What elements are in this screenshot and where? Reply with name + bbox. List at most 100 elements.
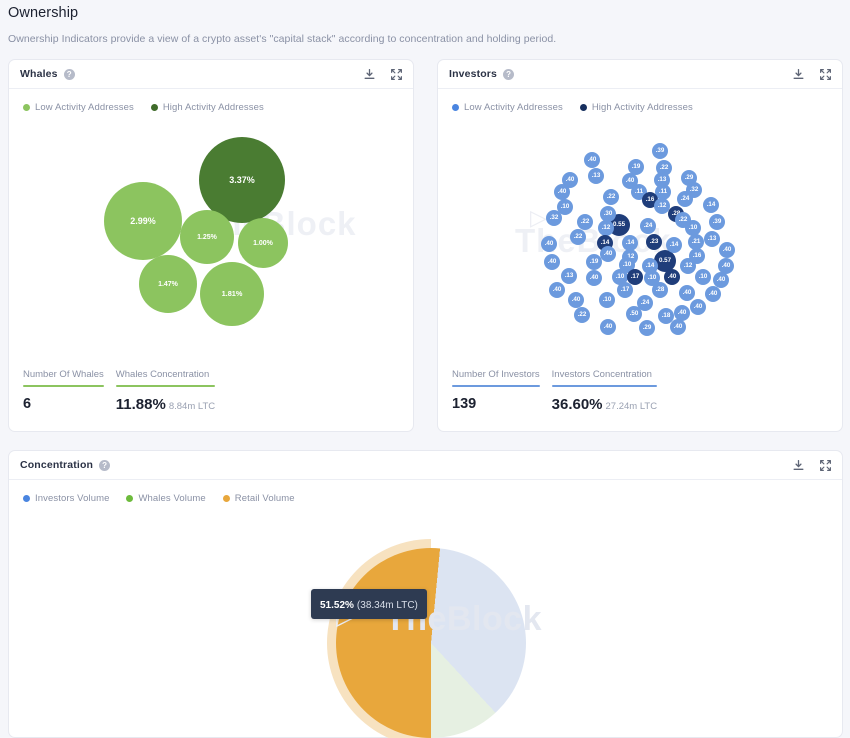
bubble-point[interactable]: .40	[554, 184, 570, 200]
bubble-point[interactable]: .40	[549, 282, 565, 298]
bubble-point[interactable]: .19	[586, 254, 602, 270]
whales-legend: Low Activity Addresses High Activity Add…	[9, 89, 413, 113]
stat-whales-concentration: Whales Concentration 11.88% 8.84m LTC	[115, 369, 227, 413]
whales-stats: Number Of Whales 6 Whales Concentration …	[23, 369, 227, 413]
bubble-point[interactable]: .40	[679, 285, 695, 301]
expand-icon[interactable]	[390, 68, 403, 81]
bubble-point[interactable]: .22	[570, 229, 586, 245]
help-icon[interactable]: ?	[63, 68, 75, 80]
bubble-point[interactable]: .10	[695, 269, 711, 285]
stat-label: Investors Concentration	[551, 369, 652, 380]
bubble-point[interactable]: .40	[600, 319, 616, 335]
investors-card-actions	[792, 60, 832, 89]
bubble-point[interactable]: 1.47%	[139, 255, 197, 313]
bubble-point[interactable]: .14	[666, 237, 682, 253]
bubble-point[interactable]: .40	[586, 270, 602, 286]
whales-title: Whales	[20, 68, 58, 80]
bubble-point[interactable]: .12	[598, 220, 614, 236]
bubble-point[interactable]: .40	[664, 269, 680, 285]
bubble-point[interactable]: .24	[640, 218, 656, 234]
download-icon[interactable]	[792, 459, 805, 472]
stat-label: Whales Concentration	[115, 369, 210, 380]
stat-number-of-investors: Number Of Investors 139	[452, 369, 552, 413]
legend-dot-icon	[23, 104, 30, 111]
bubble-point[interactable]: 1.00%	[238, 218, 288, 268]
concentration-pie-chart[interactable]	[327, 539, 526, 738]
bubble-point[interactable]: .50	[626, 306, 642, 322]
bubble-point[interactable]: .12	[680, 258, 696, 274]
investors-title: Investors	[449, 68, 498, 80]
bubble-point[interactable]: .40	[670, 319, 686, 335]
expand-icon[interactable]	[819, 459, 832, 472]
bubble-point[interactable]: .40	[544, 254, 560, 270]
bubble-point[interactable]: .40	[600, 246, 616, 262]
bubble-point[interactable]: .40	[584, 152, 600, 168]
legend-item-whales-volume[interactable]: Whales Volume	[126, 493, 206, 504]
legend-item-high-activity[interactable]: High Activity Addresses	[150, 102, 264, 113]
stat-value: 11.88% 8.84m LTC	[116, 396, 215, 413]
bubble-point[interactable]: .40	[719, 242, 735, 258]
page-title: Ownership	[8, 5, 79, 21]
stat-amount: 27.24m LTC	[605, 401, 658, 412]
stat-rule	[115, 385, 216, 387]
bubble-point[interactable]: .40	[541, 236, 557, 252]
bubble-point[interactable]: .14	[703, 197, 719, 213]
legend-item-high-activity[interactable]: High Activity Addresses	[579, 102, 693, 113]
bubble-point[interactable]: .22	[574, 307, 590, 323]
bubble-point[interactable]: .39	[709, 214, 725, 230]
bubble-point[interactable]: .28	[652, 282, 668, 298]
bubble-point[interactable]: .10	[599, 292, 615, 308]
legend-label: High Activity Addresses	[591, 102, 693, 113]
bubble-point[interactable]: .17	[617, 282, 633, 298]
bubble-point[interactable]: .22	[603, 189, 619, 205]
stat-number-of-whales: Number Of Whales 6	[23, 369, 116, 413]
bubble-point[interactable]: .24	[677, 191, 693, 207]
pie-tooltip: 51.52% (38.34m LTC)	[311, 589, 427, 619]
legend-item-investors-volume[interactable]: Investors Volume	[23, 493, 109, 504]
bubble-point[interactable]: .29	[639, 320, 655, 336]
investors-stats: Number Of Investors 139 Investors Concen…	[452, 369, 669, 413]
concentration-card-header: Concentration ?	[9, 451, 842, 480]
download-icon[interactable]	[363, 68, 376, 81]
legend-item-low-activity[interactable]: Low Activity Addresses	[452, 102, 563, 113]
bubble-point[interactable]: .32	[546, 210, 562, 226]
bubble-point[interactable]: .13	[704, 231, 720, 247]
expand-icon[interactable]	[819, 68, 832, 81]
legend-dot-icon	[150, 104, 158, 111]
whales-card-actions	[363, 60, 403, 89]
legend-label: Investors Volume	[35, 493, 110, 504]
bubble-point[interactable]: .13	[561, 268, 577, 284]
legend-label: Whales Volume	[138, 493, 206, 504]
ownership-page: Ownership Ownership Indicators provide a…	[0, 0, 850, 738]
legend-dot-icon	[452, 104, 459, 111]
page-subtitle: Ownership Indicators provide a view of a…	[8, 33, 557, 45]
download-icon[interactable]	[792, 68, 805, 81]
bubble-point[interactable]: .39	[652, 143, 668, 159]
stat-investors-concentration: Investors Concentration 36.60% 27.24m LTC	[551, 369, 669, 413]
legend-label: Low Activity Addresses	[35, 102, 134, 113]
bubble-point[interactable]: .22	[577, 214, 593, 230]
bubble-point[interactable]: .40	[705, 286, 721, 302]
stat-amount: 8.84m LTC	[168, 401, 216, 412]
legend-dot-icon	[23, 495, 30, 502]
stat-rule	[452, 385, 540, 387]
whales-card-header: Whales ?	[9, 60, 413, 89]
help-icon[interactable]: ?	[99, 459, 111, 471]
bubble-point[interactable]: .40	[568, 292, 584, 308]
legend-item-retail-volume[interactable]: Retail Volume	[222, 493, 295, 504]
stat-percent: 36.60%	[551, 396, 603, 413]
investors-legend: Low Activity Addresses High Activity Add…	[438, 89, 842, 113]
bubble-point[interactable]: .13	[588, 168, 604, 184]
tooltip-percent: 51.52%	[320, 600, 354, 611]
investors-card-header: Investors ?	[438, 60, 842, 89]
bubble-point[interactable]: 2.99%	[104, 182, 182, 260]
bubble-point[interactable]: 1.81%	[200, 262, 264, 326]
bubble-point[interactable]: .40	[690, 299, 706, 315]
legend-item-low-activity[interactable]: Low Activity Addresses	[23, 102, 134, 113]
pie-slices[interactable]	[336, 548, 526, 738]
stat-value: 139	[452, 396, 477, 412]
bubble-point[interactable]: 1.25%	[180, 210, 234, 264]
help-icon[interactable]: ?	[503, 68, 515, 80]
stat-label: Number Of Investors	[452, 369, 540, 380]
bubble-point[interactable]: .23	[646, 234, 662, 250]
